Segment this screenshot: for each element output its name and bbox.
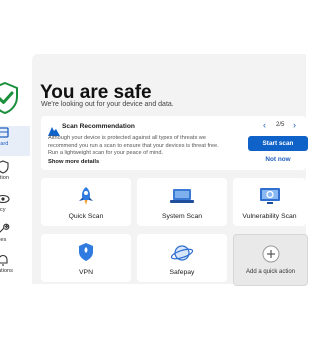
recommendation-title: Scan Recommendation — [62, 123, 135, 130]
not-now-button[interactable]: Not now — [248, 154, 308, 166]
laptop-icon — [169, 186, 195, 211]
shield-logo-icon — [0, 81, 18, 115]
monitor-scan-icon — [258, 186, 282, 211]
start-scan-button[interactable]: Start scan — [248, 136, 308, 151]
tile-label: System Scan — [161, 213, 203, 220]
sidebar-item-protection[interactable]: ection — [0, 160, 30, 190]
tile-label: Safepay — [169, 269, 195, 276]
pager-indicator: 2/5 — [276, 122, 285, 128]
sidebar-item-label: ection — [0, 175, 9, 181]
vpn-tile[interactable]: VPN — [41, 234, 131, 282]
sidebar-item-label: ilities — [0, 237, 7, 243]
sidebar-item-dashboard[interactable]: board — [0, 126, 30, 156]
tile-label: Add a quick action — [245, 269, 296, 275]
show-more-details-link[interactable]: Show more details — [48, 159, 99, 165]
pager-prev-button[interactable]: ‹ — [263, 120, 266, 130]
add-quick-action-tile[interactable]: Add a quick action — [233, 234, 308, 286]
tile-label: VPN — [79, 269, 93, 276]
pager-next-button[interactable]: › — [293, 120, 296, 130]
vulnerability-scan-tile[interactable]: Vulnerability Scan — [233, 178, 306, 226]
sidebar-item-label: ications — [0, 268, 13, 274]
planet-icon — [170, 242, 194, 269]
page-subtitle: We're looking out for your device and da… — [41, 101, 174, 108]
shield-home-icon — [0, 126, 10, 140]
system-scan-tile[interactable]: System Scan — [137, 178, 227, 226]
plus-icon — [262, 245, 280, 268]
sidebar-item-privacy[interactable]: vacy — [0, 192, 30, 222]
quick-scan-tile[interactable]: Quick Scan — [41, 178, 131, 226]
tile-label: Quick Scan — [68, 213, 104, 220]
safepay-tile[interactable]: Safepay — [137, 234, 227, 282]
rocket-icon — [76, 186, 96, 211]
recommendation-body: Although your device is protected agains… — [48, 135, 219, 156]
shield-protection-icon — [0, 160, 10, 174]
bitdefender-b-icon — [48, 123, 60, 136]
sidebar-item-notifications[interactable]: ications — [0, 253, 30, 283]
vpn-shield-icon — [77, 242, 95, 267]
eye-privacy-icon — [0, 192, 10, 206]
sidebar-item-label: board — [0, 141, 9, 147]
toolbox-utilities-icon — [0, 222, 10, 236]
sidebar-item-utilities[interactable]: ilities — [0, 222, 30, 252]
tile-label: Vulnerability Scan — [242, 213, 297, 220]
bell-notifications-icon — [0, 253, 10, 267]
sidebar-item-label: vacy — [0, 207, 6, 213]
